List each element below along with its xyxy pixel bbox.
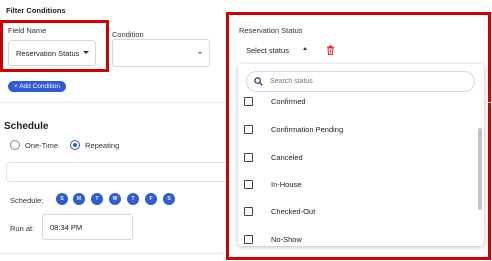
checkbox[interactable] — [244, 125, 253, 134]
day-tuesday-button[interactable]: T — [91, 193, 103, 205]
one-time-label: One-Time — [25, 141, 59, 150]
filter-conditions-title: Filter Conditions — [6, 6, 66, 15]
one-time-radio[interactable] — [10, 140, 20, 150]
day-thursday-button[interactable]: T — [127, 193, 139, 205]
field-name-label: Field Name — [8, 26, 47, 35]
status-option-confirmed[interactable]: Confirmed — [244, 97, 306, 106]
status-option-canceled[interactable]: Canceled — [244, 153, 303, 162]
condition-label: Condition — [112, 30, 144, 39]
field-name-value: Reservation Status — [16, 48, 80, 58]
status-option-label: Confirmed — [271, 97, 306, 106]
day-sunday-button[interactable]: S — [56, 193, 68, 205]
add-condition-button[interactable]: + Add Condition — [8, 81, 66, 92]
status-option-label: Checked-Out — [271, 207, 316, 216]
day-wednesday-button[interactable]: W — [109, 193, 121, 205]
status-select[interactable]: Select status — [239, 39, 325, 61]
reservation-status-label: Reservation Status — [239, 26, 303, 35]
caret-up-icon — [303, 47, 307, 50]
trash-icon[interactable] — [326, 45, 335, 55]
day-monday-button[interactable]: M — [73, 193, 85, 205]
search-icon — [254, 77, 263, 86]
run-at-label: Run at: — [10, 224, 35, 233]
checkbox[interactable] — [244, 97, 253, 106]
checkbox[interactable] — [244, 180, 253, 189]
schedule-input[interactable] — [6, 162, 231, 182]
days-label: Schedule: — [10, 196, 44, 205]
repeating-radio[interactable] — [70, 140, 80, 150]
repeating-label: Repeating — [85, 141, 120, 150]
caret-down-icon — [198, 52, 202, 54]
caret-down-icon — [83, 51, 89, 54]
day-saturday-button[interactable]: S — [163, 193, 175, 205]
checkbox[interactable] — [244, 207, 253, 216]
status-option-label: No-Show — [271, 235, 302, 244]
status-dropdown: Confirmed Confirmation Pending Canceled … — [238, 64, 484, 246]
status-option-label: In-House — [271, 180, 302, 189]
schedule-title: Schedule — [4, 121, 49, 132]
divider — [0, 102, 228, 103]
status-option-in-house[interactable]: In-House — [244, 180, 301, 189]
dropdown-scrollbar[interactable] — [478, 128, 482, 210]
status-option-checked-out[interactable]: Checked-Out — [244, 207, 315, 216]
condition-select[interactable] — [112, 39, 210, 67]
status-search-box[interactable] — [246, 71, 475, 92]
divider — [0, 253, 228, 254]
day-friday-button[interactable]: F — [145, 193, 157, 205]
status-search-input[interactable] — [270, 78, 460, 85]
status-select-placeholder: Select status — [246, 45, 289, 55]
run-at-time-input[interactable]: 08:34 PM — [42, 214, 133, 240]
status-option-no-show[interactable]: No-Show — [244, 235, 302, 244]
status-option-label: Confirmation Pending — [271, 125, 344, 134]
status-option-label: Canceled — [271, 153, 303, 162]
status-option-confirmation-pending[interactable]: Confirmation Pending — [244, 125, 343, 134]
checkbox[interactable] — [244, 153, 253, 162]
field-name-select[interactable]: Reservation Status — [8, 40, 96, 66]
checkbox[interactable] — [244, 235, 253, 244]
